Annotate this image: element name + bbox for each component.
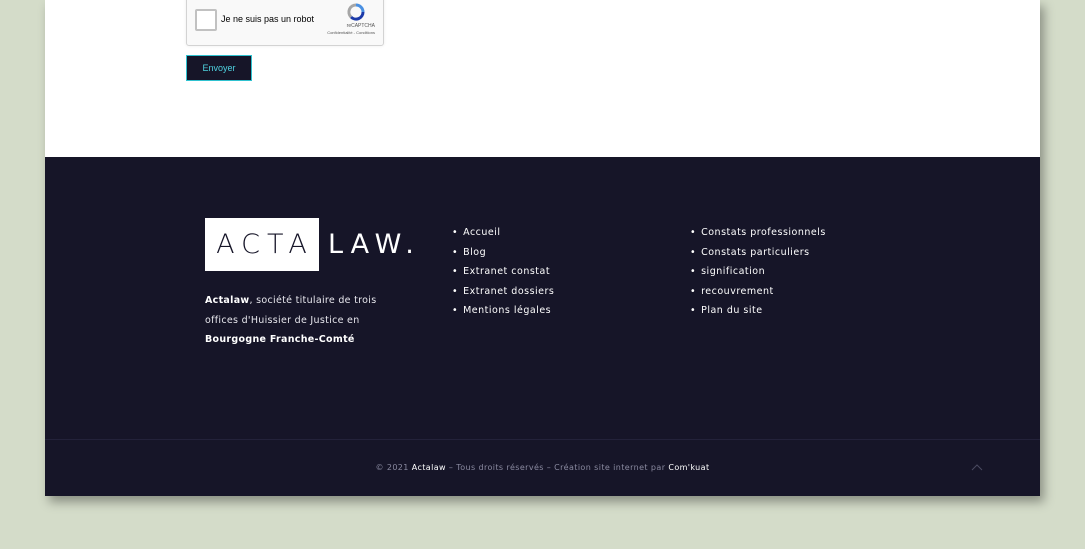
footer-link-extranet-dossiers[interactable]: • Extranet dossiers <box>452 282 554 302</box>
footer-link-extranet-constat[interactable]: • Extranet constat <box>452 262 554 282</box>
footer-link-mentions-legales[interactable]: • Mentions légales <box>452 301 554 321</box>
footer-link-signification[interactable]: • signification <box>690 262 826 282</box>
copyright-middle: – Tous droits réservés – Création site i… <box>445 463 669 472</box>
submit-button[interactable]: Envoyer <box>186 55 252 81</box>
content-area: Je ne suis pas un robot reCAPTCHA Confid… <box>45 0 1040 157</box>
footer-link-constats-particuliers[interactable]: • Constats particuliers <box>690 243 826 263</box>
copyright-company-link[interactable]: Actalaw <box>412 463 446 472</box>
recaptcha-legal-links[interactable]: Confidentialité - Conditions <box>327 30 375 35</box>
scroll-to-top-icon[interactable] <box>971 462 983 474</box>
recaptcha-widget: Je ne suis pas un robot reCAPTCHA Confid… <box>186 0 384 46</box>
site-footer: ACTA LAW. Actalaw, société titulaire de … <box>45 157 1040 496</box>
recaptcha-logo-icon <box>347 3 365 21</box>
recaptcha-checkbox[interactable] <box>195 9 217 31</box>
footer-link-accueil[interactable]: • Accueil <box>452 223 554 243</box>
footer-nav-services: • Constats professionnels • Constats parti… <box>690 223 826 321</box>
page: Je ne suis pas un robot reCAPTCHA Confid… <box>45 0 1040 496</box>
copyright-bar: © 2021 Actalaw – Tous droits réservés – … <box>45 463 1040 472</box>
copyright-prefix: © 2021 <box>375 463 412 472</box>
logo-acta-text: ACTA <box>216 229 314 260</box>
footer-about: Actalaw, société titulaire de trois offi… <box>205 291 395 350</box>
recaptcha-label: Je ne suis pas un robot <box>221 14 315 24</box>
footer-link-plan-du-site[interactable]: • Plan du site <box>690 301 826 321</box>
copyright-agency-link[interactable]: Com'kuat <box>668 463 709 472</box>
footer-nav-main: • Accueil • Blog • Extranet constat • Extran… <box>452 223 554 321</box>
footer-link-recouvrement[interactable]: • recouvrement <box>690 282 826 302</box>
logo-acta-box[interactable]: ACTA <box>205 218 319 271</box>
about-company: Actalaw <box>205 295 250 306</box>
about-region: Bourgogne Franche-Comté <box>205 334 355 345</box>
footer-divider <box>45 439 1040 440</box>
logo-law-text: LAW. <box>328 229 421 260</box>
recaptcha-brand: reCAPTCHA <box>346 23 375 29</box>
footer-link-blog[interactable]: • Blog <box>452 243 554 263</box>
footer-link-constats-pro[interactable]: • Constats professionnels <box>690 223 826 243</box>
